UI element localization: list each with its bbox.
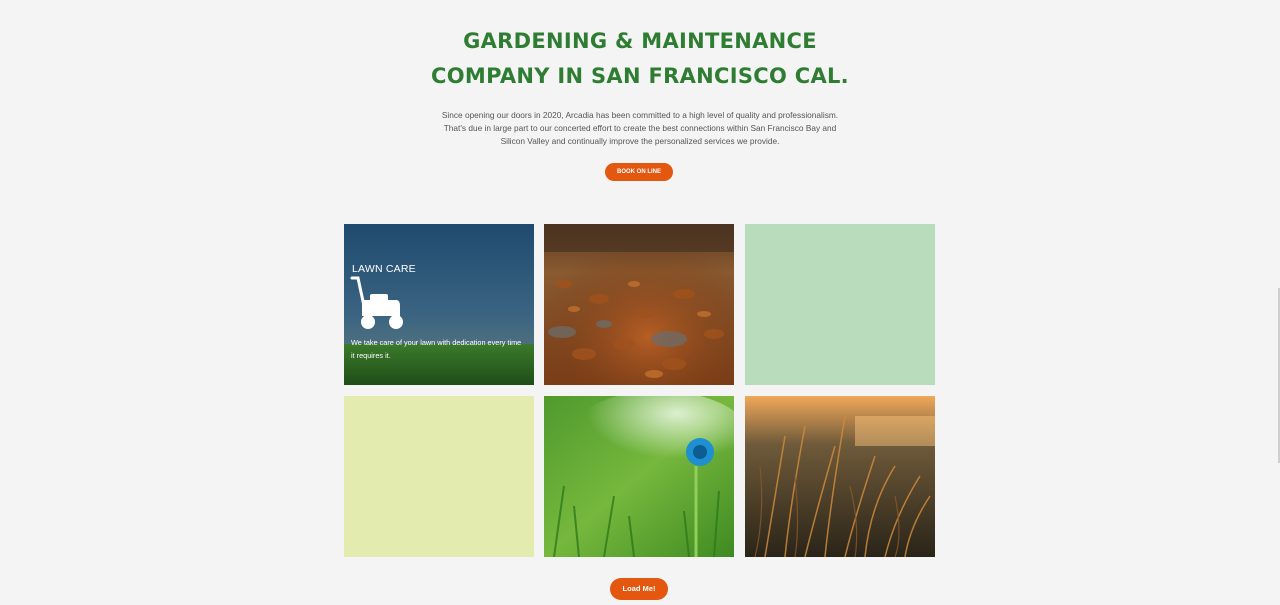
- lawn-care-title: LAWN CARE: [352, 263, 416, 275]
- intro-paragraph: Since opening our doors in 2020, Arcadia…: [441, 110, 839, 146]
- lawn-mower-icon: [350, 276, 403, 329]
- lawn-care-card[interactable]: LAWN CARE We take care of your lawn with…: [344, 224, 534, 385]
- autumn-leaves-image[interactable]: [544, 224, 734, 385]
- mint-placeholder-tile: [745, 224, 935, 385]
- book-online-button[interactable]: BOOK ON LINE: [605, 163, 673, 181]
- page-title: GARDENING & MAINTENANCE COMPANY IN SAN F…: [0, 24, 1280, 94]
- page-title-line-1: GARDENING & MAINTENANCE: [463, 29, 817, 53]
- sunset-grass-image[interactable]: [745, 396, 935, 557]
- lawn-care-description: We take care of your lawn with dedicatio…: [351, 338, 522, 360]
- page: GARDENING & MAINTENANCE COMPANY IN SAN F…: [0, 0, 1280, 605]
- load-more-button[interactable]: Load Me!: [610, 578, 668, 600]
- sprinkler-image[interactable]: [544, 396, 734, 557]
- page-title-line-2: COMPANY IN SAN FRANCISCO CAL.: [431, 64, 849, 88]
- lime-placeholder-tile: [344, 396, 534, 557]
